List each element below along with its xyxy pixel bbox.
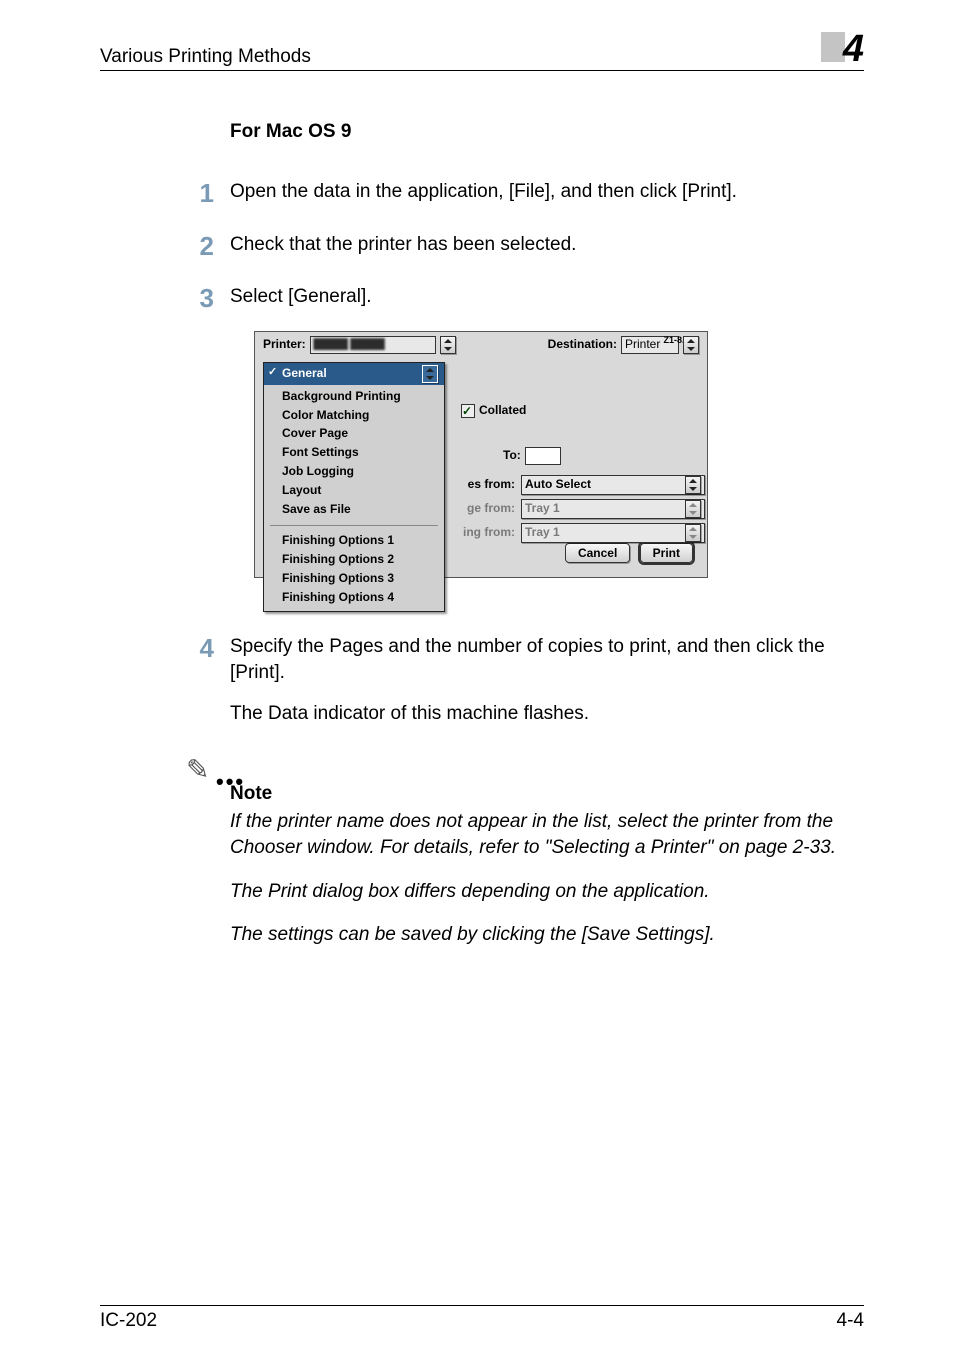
step-text: Open the data in the application, [File]… (230, 181, 737, 202)
footer-right: 4-4 (837, 1310, 864, 1332)
updown-icon[interactable] (440, 336, 456, 354)
section-title: For Mac OS 9 (230, 121, 864, 143)
cancel-button[interactable]: Cancel (565, 543, 630, 563)
pane-menu[interactable]: General Background Printing Color Matchi… (263, 362, 445, 612)
source-label-1: es from: (461, 476, 515, 493)
menu-item[interactable]: Layout (264, 481, 444, 500)
checkbox-icon (461, 404, 475, 418)
source-label-3: ing from: (461, 524, 515, 541)
menu-item[interactable]: Font Settings (264, 443, 444, 462)
page-header: Various Printing Methods 4 (100, 30, 864, 71)
destination-label: Destination: (548, 336, 617, 353)
dots-icon: ••• (216, 769, 245, 795)
footer-left: IC-202 (100, 1310, 157, 1332)
menu-item[interactable]: Job Logging (264, 462, 444, 481)
step-text: Select [General]. (230, 286, 372, 307)
updown-icon (685, 476, 701, 494)
step-1: 1 Open the data in the application, [Fil… (230, 179, 864, 206)
destination-value: Printer (625, 336, 660, 353)
section-heading: Various Printing Methods (100, 46, 311, 68)
source-select-2: Tray 1 (521, 499, 705, 519)
menu-item[interactable]: Finishing Options 1 (264, 531, 444, 550)
menu-item[interactable]: Save as File (264, 500, 444, 519)
note-title: Note (230, 783, 864, 805)
step-number: 4 (174, 630, 214, 666)
source-select-3: Tray 1 (521, 523, 705, 543)
updown-icon (685, 500, 701, 518)
menu-item[interactable]: Finishing Options 2 (264, 550, 444, 569)
printer-label: Printer: (263, 336, 306, 353)
print-button[interactable]: Print (640, 543, 693, 563)
chapter-number: 4 (821, 30, 864, 68)
step-subtext: The Data indicator of this machine flash… (230, 701, 864, 728)
note-paragraph: If the printer name does not appear in t… (230, 809, 864, 860)
step-text: Specify the Pages and the number of copi… (230, 634, 864, 687)
menu-item[interactable]: Finishing Options 3 (264, 569, 444, 588)
updown-icon[interactable] (683, 336, 699, 354)
print-dialog: Z1-8.7.1 Printer: ▇▇▇▇ ▇▇▇▇ Destination: (254, 331, 708, 578)
menu-item[interactable]: Finishing Options 4 (264, 588, 444, 607)
to-field[interactable] (525, 447, 561, 465)
note-paragraph: The settings can be saved by clicking th… (230, 922, 864, 948)
menu-group-2: Finishing Options 1 Finishing Options 2 … (264, 529, 444, 610)
menu-selected: General (282, 365, 327, 382)
note-paragraph: The Print dialog box differs depending o… (230, 879, 864, 905)
note-icon: ✎ (186, 753, 209, 786)
menu-group-1: Background Printing Color Matching Cover… (264, 385, 444, 523)
menu-item[interactable]: Background Printing (264, 387, 444, 406)
step-number: 1 (174, 175, 214, 211)
printer-name: ▇▇▇▇ ▇▇▇▇ (314, 337, 432, 352)
collated-checkbox[interactable]: Collated (461, 402, 705, 419)
source-label-2: ge from: (461, 500, 515, 517)
printer-dropdown[interactable]: ▇▇▇▇ ▇▇▇▇ (310, 336, 436, 354)
to-row: To: (503, 447, 561, 465)
updown-icon (422, 365, 438, 383)
step-number: 2 (174, 228, 214, 264)
menu-item[interactable]: Color Matching (264, 406, 444, 425)
step-4: 4 Specify the Pages and the number of co… (230, 634, 864, 728)
step-number: 3 (174, 280, 214, 316)
menu-item[interactable]: Cover Page (264, 424, 444, 443)
updown-icon (685, 524, 701, 542)
step-3: 3 Select [General]. Z1-8.7.1 Printer: ▇▇… (230, 284, 864, 577)
source-select-1[interactable]: Auto Select (521, 475, 705, 495)
page-footer: IC-202 4-4 (100, 1305, 864, 1332)
note-block: ✎ ••• Note If the printer name does not … (230, 783, 864, 948)
step-2: 2 Check that the printer has been select… (230, 232, 864, 259)
step-text: Check that the printer has been selected… (230, 234, 576, 255)
to-label: To: (503, 447, 521, 464)
